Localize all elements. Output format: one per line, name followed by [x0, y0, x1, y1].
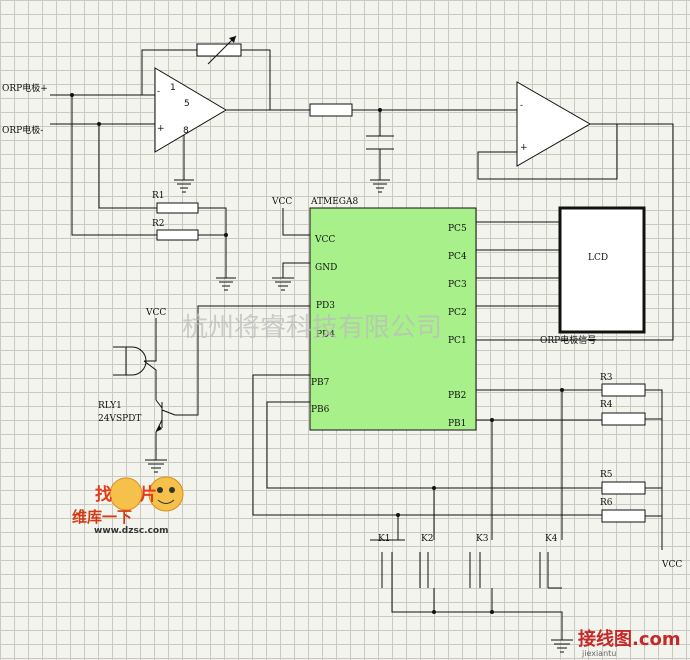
pin-pc2: PC2 [448, 308, 467, 318]
key-switches: K1 K2 K3 K4 [370, 534, 563, 640]
pin-pc5: PC5 [448, 224, 467, 234]
pin-gnd: GND [315, 263, 337, 273]
lcd-display [558, 206, 646, 334]
opamp-symbol [154, 67, 227, 153]
r5-label: R5 [600, 470, 613, 480]
opamp-pin-8: 8 [183, 126, 189, 136]
vcc-label: VCC [145, 308, 166, 318]
pin-pb2: PB2 [448, 391, 466, 401]
logo-top-right: 片 [140, 484, 157, 505]
resistor-r4: R4 [600, 400, 646, 426]
jiexiantu-logo: 接线图 .com jiexiantu [578, 628, 681, 658]
pin-pc4: PC4 [448, 252, 467, 262]
relay-transistor [155, 399, 176, 460]
orp-signal-label: ORP电极信号 [540, 334, 596, 346]
ground-symbol [370, 179, 390, 193]
orp-minus-label: ORP电极- [2, 124, 43, 136]
buffer-plus: + [520, 143, 528, 153]
pin-pb6: PB6 [311, 405, 330, 415]
opamp-pin-5: 5 [184, 99, 190, 109]
orp-plus-label: ORP电极+ [2, 82, 48, 94]
resistor-r3: R3 [600, 373, 646, 397]
logo-url: www.dzsc.com [94, 526, 168, 536]
opamp-plus: + [157, 124, 165, 134]
brand-sub: jiexiantu [581, 649, 616, 658]
r4-label: R4 [600, 400, 613, 410]
dzsc-logo: 找 片 维库一下 www.dzsc.com [72, 476, 184, 536]
watermark: 杭州将睿科技有限公司 [182, 313, 442, 343]
circuit-diagram: - + 1 5 8 ORP电极+ ORP电极- R1 R2 - + ATMEGA… [2, 35, 682, 658]
schematic-canvas: - + 1 5 8 ORP电极+ ORP电极- R1 R2 - + ATMEGA… [0, 0, 690, 660]
orp-inputs: ORP电极+ ORP电极- [2, 82, 157, 236]
logo-top: 找 [95, 484, 112, 505]
k3-label: K3 [476, 534, 489, 544]
resistor-r5: R5 [600, 470, 646, 495]
brand-suffix: .com [632, 629, 681, 650]
brand-name: 接线图 [578, 628, 632, 650]
resistor-r6: R6 [600, 498, 646, 523]
pin-pc1: PC1 [448, 336, 467, 346]
pin-pb7: PB7 [311, 378, 330, 388]
ground-symbol [216, 263, 236, 291]
ground-symbol [272, 277, 294, 291]
opamp-minus: - [157, 87, 160, 97]
logo-middle: 维库一下 [72, 508, 132, 526]
mcu-name: ATMEGA8 [310, 197, 358, 207]
buffer-minus: - [520, 101, 523, 111]
input-opamp: - + 1 5 8 [154, 67, 227, 180]
r3-label: R3 [600, 373, 613, 383]
feedback-potentiometer [196, 43, 242, 57]
k2-label: K2 [421, 534, 433, 544]
pin-pc3: PC3 [448, 280, 467, 290]
vcc-label: VCC [271, 197, 292, 207]
vcc-label: VCC [661, 560, 682, 570]
ground-symbol [145, 459, 167, 473]
r2-label: R2 [152, 219, 165, 229]
pin-vcc: VCC [314, 235, 335, 245]
pin-pd3: PD3 [316, 301, 335, 311]
relay-label: RLY1 [98, 401, 122, 411]
pin-pb1: PB1 [448, 419, 466, 429]
k1-label: K1 [378, 534, 390, 544]
opamp-pin-1: 1 [170, 83, 176, 93]
ground-symbol [551, 639, 573, 653]
lcd-label: LCD [588, 253, 608, 263]
relay-type-label: 24VSPDT [98, 414, 141, 424]
resistor-r1: R1 [152, 191, 199, 214]
relay-coil [113, 346, 157, 400]
r6-label: R6 [600, 498, 613, 508]
filter-resistor [309, 103, 353, 117]
k4-label: K4 [545, 534, 558, 544]
ground-symbol [174, 179, 194, 193]
resistor-r2: R2 [152, 219, 199, 241]
filter-capacitor [366, 135, 394, 180]
r1-label: R1 [152, 191, 165, 201]
